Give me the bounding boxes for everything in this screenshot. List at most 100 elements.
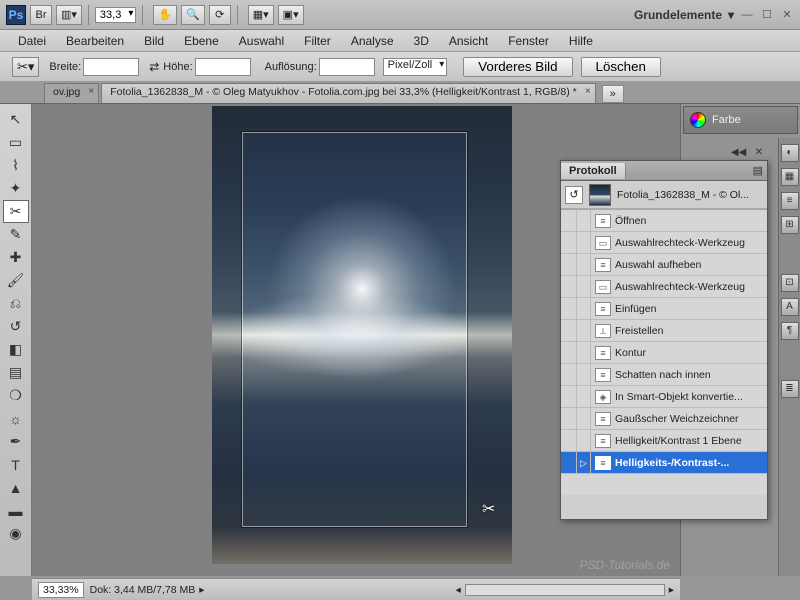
type-tool[interactable]: T: [3, 453, 29, 476]
clear-button[interactable]: Löschen: [581, 57, 661, 77]
arrange-docs-button[interactable]: ▦▾: [248, 5, 274, 25]
front-image-button[interactable]: Vorderes Bild: [463, 57, 572, 77]
zoom-readout[interactable]: 33,33%: [38, 582, 84, 598]
panel-icon-1[interactable]: ◐: [781, 144, 799, 162]
crop-overlay[interactable]: [242, 132, 467, 527]
eraser-tool[interactable]: ◧: [3, 338, 29, 361]
marquee-tool[interactable]: ▭: [3, 131, 29, 154]
swap-dimensions-icon[interactable]: ⇄: [149, 60, 159, 74]
history-snapshot-row[interactable]: ↺ Fotolia_1362838_M - © Ol...: [561, 181, 767, 209]
history-visibility-slot[interactable]: [561, 452, 577, 474]
menu-3d[interactable]: 3D: [406, 32, 437, 50]
eyedropper-tool[interactable]: ✎: [3, 223, 29, 246]
history-visibility-slot[interactable]: [561, 430, 577, 452]
tab-overflow-button[interactable]: »: [602, 85, 624, 103]
history-visibility-slot[interactable]: [561, 364, 577, 386]
crop-height-input[interactable]: [195, 58, 251, 76]
panel-icon-2[interactable]: ▦: [781, 168, 799, 186]
bridge-button[interactable]: Br: [30, 5, 52, 25]
lasso-tool[interactable]: ⌇: [3, 154, 29, 177]
history-visibility-slot[interactable]: [561, 210, 577, 232]
move-tool[interactable]: ↖: [3, 108, 29, 131]
gradient-tool[interactable]: ▤: [3, 361, 29, 384]
blur-tool[interactable]: ❍: [3, 384, 29, 407]
crop-resolution-input[interactable]: [319, 58, 375, 76]
minimize-button[interactable]: —: [740, 8, 754, 22]
history-step[interactable]: ▷≡Helligkeits-/Kontrast-...: [561, 452, 767, 474]
history-brush-tool[interactable]: ↺: [3, 315, 29, 338]
shape-tool[interactable]: ▬: [3, 499, 29, 522]
3d-tool[interactable]: ◉: [3, 522, 29, 545]
scroll-left-icon[interactable]: ◂: [455, 584, 460, 596]
menu-datei[interactable]: Datei: [10, 32, 54, 50]
history-visibility-slot[interactable]: [561, 408, 577, 430]
screen-mode-button[interactable]: ▣▾: [278, 5, 304, 25]
close-icon[interactable]: ×: [88, 86, 94, 97]
history-visibility-slot[interactable]: [561, 232, 577, 254]
history-step[interactable]: ◈In Smart-Objekt konvertie...: [561, 386, 767, 408]
crop-width-input[interactable]: [83, 58, 139, 76]
history-step[interactable]: ≡Einfügen: [561, 298, 767, 320]
history-step[interactable]: ▭Auswahlrechteck-Werkzeug: [561, 276, 767, 298]
horizontal-scrollbar[interactable]: [465, 584, 665, 596]
panel-icon-7[interactable]: ¶: [781, 322, 799, 340]
zoom-dropdown[interactable]: 33,3: [95, 7, 136, 23]
panel-icon-6[interactable]: A: [781, 298, 799, 316]
menu-filter[interactable]: Filter: [296, 32, 339, 50]
history-visibility-slot[interactable]: [561, 386, 577, 408]
panel-icon-8[interactable]: ≣: [781, 380, 799, 398]
history-step[interactable]: ≡Helligkeit/Kontrast 1 Ebene: [561, 430, 767, 452]
panel-menu-icon[interactable]: ▤: [753, 164, 763, 177]
crop-tool-icon[interactable]: ✂▾: [12, 57, 39, 77]
zoom-tool-button[interactable]: 🔍: [181, 5, 205, 25]
panel-icon-3[interactable]: ≡: [781, 192, 799, 210]
rotate-view-button[interactable]: ⟳: [209, 5, 231, 25]
history-panel-tab[interactable]: Protokoll: [561, 163, 626, 179]
history-list[interactable]: ≡Öffnen▭Auswahlrechteck-Werkzeug≡Auswahl…: [561, 209, 767, 495]
history-step[interactable]: ≡Kontur: [561, 342, 767, 364]
menu-auswahl[interactable]: Auswahl: [231, 32, 292, 50]
brush-tool[interactable]: 🖌: [3, 269, 29, 292]
history-brush-source-icon[interactable]: ↺: [565, 186, 583, 204]
panel-icon-4[interactable]: ⊞: [781, 216, 799, 234]
scroll-right-icon[interactable]: ▸: [669, 584, 674, 596]
history-visibility-slot[interactable]: [561, 298, 577, 320]
document-tab-active[interactable]: Fotolia_1362838_M - © Oleg Matyukhov - F…: [101, 83, 595, 103]
magic-wand-tool[interactable]: ✦: [3, 177, 29, 200]
history-step[interactable]: ≡Gaußscher Weichzeichner: [561, 408, 767, 430]
workspace-switcher[interactable]: Grundelemente: [626, 6, 734, 24]
menu-bearbeiten[interactable]: Bearbeiten: [58, 32, 132, 50]
history-visibility-slot[interactable]: [561, 276, 577, 298]
history-step[interactable]: ⟂Freistellen: [561, 320, 767, 342]
close-icon[interactable]: ×: [585, 86, 591, 97]
dodge-tool[interactable]: ☼: [3, 407, 29, 430]
healing-brush-tool[interactable]: ✚: [3, 246, 29, 269]
history-visibility-slot[interactable]: [561, 342, 577, 364]
clone-stamp-tool[interactable]: ⎌: [3, 292, 29, 315]
resolution-unit-dropdown[interactable]: Pixel/Zoll: [383, 58, 448, 76]
document-tab-inactive[interactable]: ov.jpg ×: [44, 83, 99, 103]
menu-hilfe[interactable]: Hilfe: [561, 32, 601, 50]
path-select-tool[interactable]: ▲: [3, 476, 29, 499]
hand-tool-button[interactable]: ✋: [153, 5, 177, 25]
history-step[interactable]: ▭Auswahlrechteck-Werkzeug: [561, 232, 767, 254]
color-panel[interactable]: Farbe: [683, 106, 798, 134]
panel-icon-5[interactable]: ⊡: [781, 274, 799, 292]
panel-collapse-arrows-icon[interactable]: ◀◀ ✕: [731, 147, 763, 158]
maximize-button[interactable]: ☐: [760, 8, 774, 22]
menu-analyse[interactable]: Analyse: [343, 32, 402, 50]
view-mode-button[interactable]: ▥▾: [56, 5, 82, 25]
history-step[interactable]: ≡Auswahl aufheben: [561, 254, 767, 276]
pen-tool[interactable]: ✒: [3, 430, 29, 453]
history-visibility-slot[interactable]: [561, 320, 577, 342]
menu-ansicht[interactable]: Ansicht: [441, 32, 496, 50]
history-step[interactable]: ≡Öffnen: [561, 210, 767, 232]
menu-ebene[interactable]: Ebene: [176, 32, 227, 50]
close-button[interactable]: ✕: [780, 8, 794, 22]
history-visibility-slot[interactable]: [561, 254, 577, 276]
menu-fenster[interactable]: Fenster: [500, 32, 557, 50]
menu-bild[interactable]: Bild: [136, 32, 172, 50]
crop-tool[interactable]: ✂: [3, 200, 29, 223]
history-step[interactable]: ≡Schatten nach innen: [561, 364, 767, 386]
chevron-right-icon[interactable]: ▸: [199, 584, 204, 596]
